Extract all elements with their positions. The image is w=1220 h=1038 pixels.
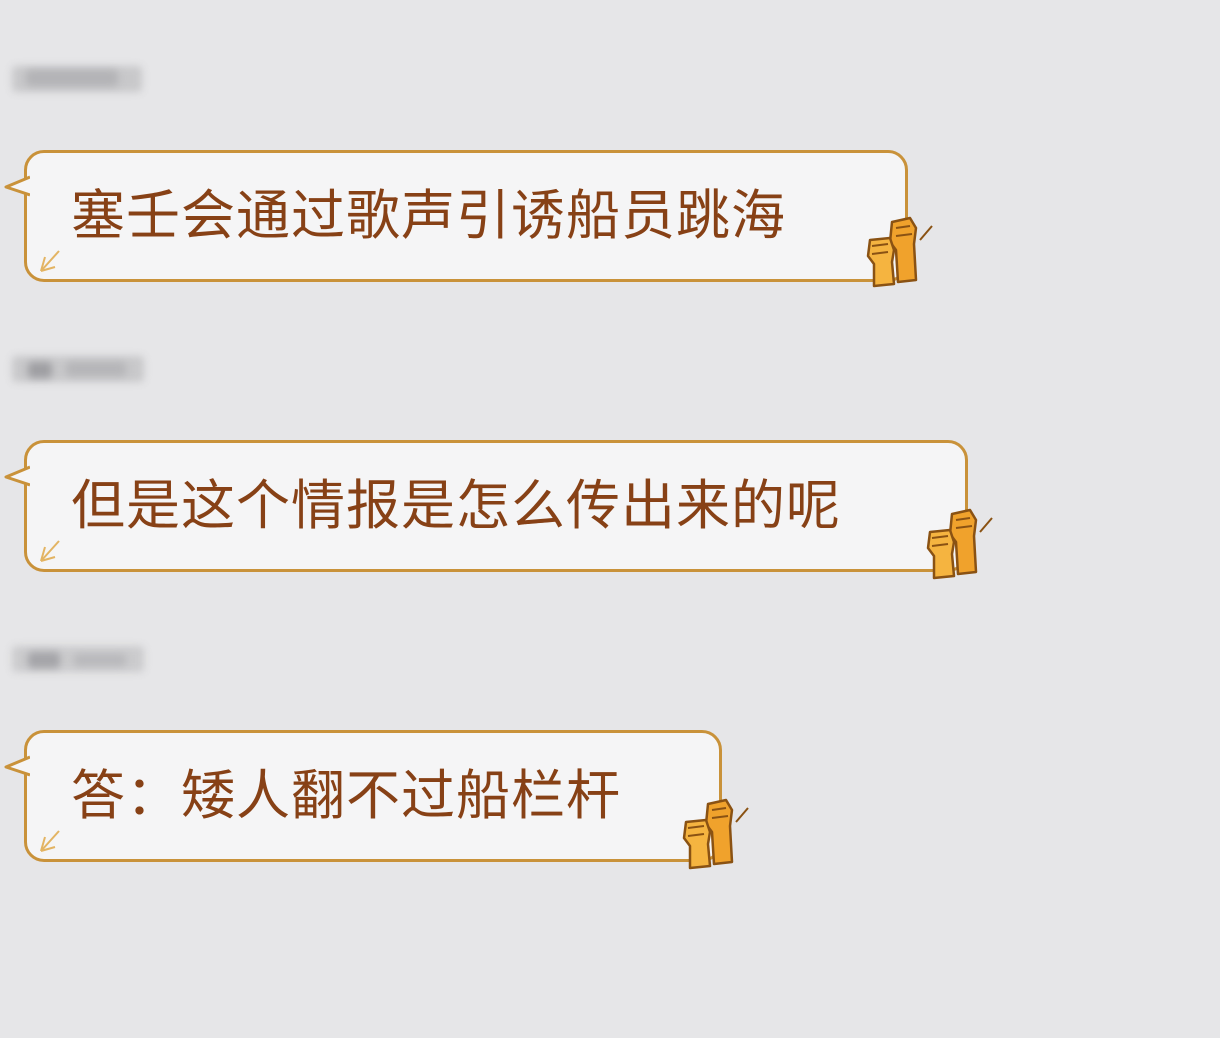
sender-name-blurred xyxy=(8,640,150,680)
raised-fists-icon xyxy=(926,508,993,580)
bubble-tail xyxy=(4,755,30,777)
sender-name-blurred xyxy=(8,60,150,100)
message-text: 但是这个情报是怎么传出来的呢 xyxy=(71,474,841,537)
raised-fists-icon xyxy=(682,798,749,870)
raised-fists-icon xyxy=(866,216,933,288)
message-text: 答：矮人翻不过船栏杆 xyxy=(71,764,621,827)
sender-name-blurred xyxy=(8,350,150,390)
bubble-tail xyxy=(4,465,30,487)
message-text: 塞壬会通过歌声引诱船员跳海 xyxy=(71,184,786,247)
sparkle-icon xyxy=(40,250,60,272)
chat-bubble[interactable]: 塞壬会通过歌声引诱船员跳海 xyxy=(4,150,908,282)
sparkle-icon xyxy=(40,540,60,562)
bubble-tail xyxy=(4,175,30,197)
sparkle-icon xyxy=(40,830,60,852)
chat-bubble[interactable]: 答：矮人翻不过船栏杆 xyxy=(4,730,722,862)
chat-bubble[interactable]: 但是这个情报是怎么传出来的呢 xyxy=(4,440,968,572)
